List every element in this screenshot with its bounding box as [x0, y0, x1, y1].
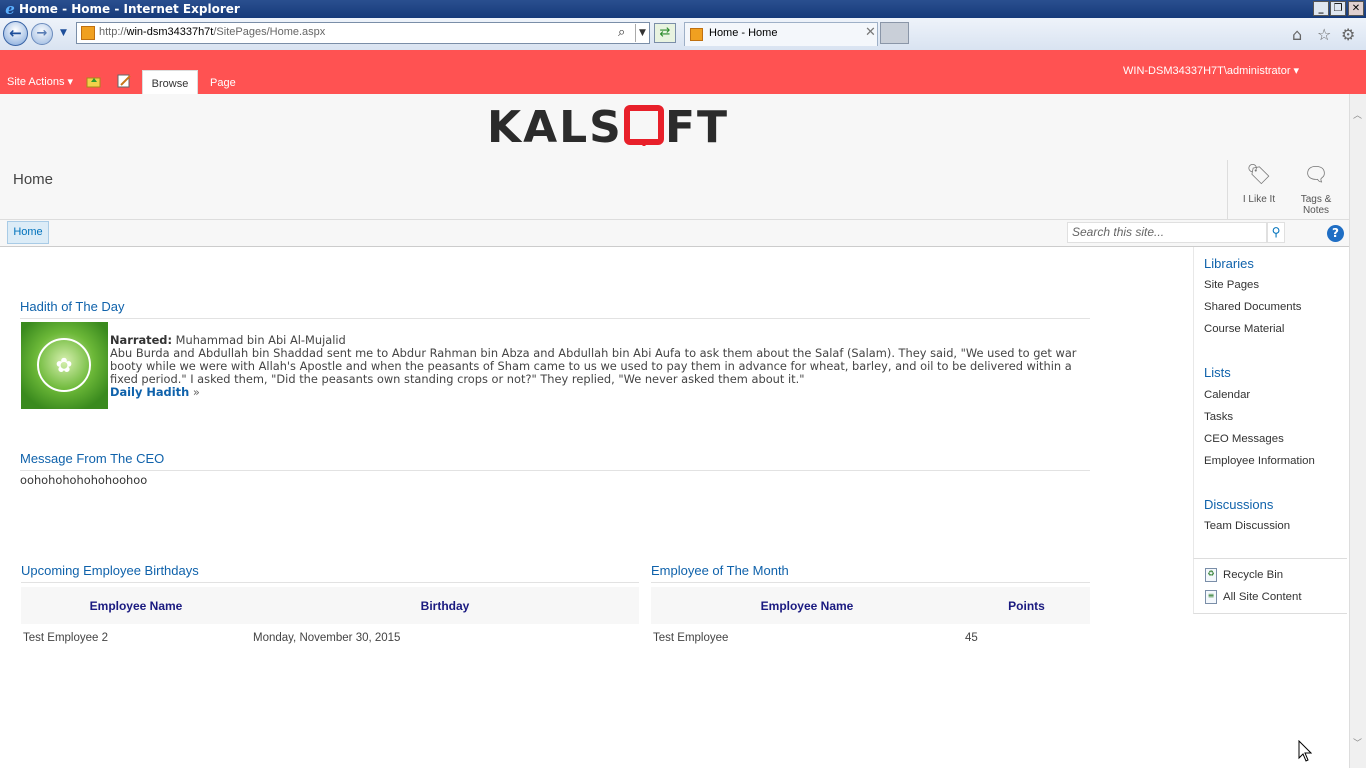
address-dropdown-icon[interactable]: ▼ [635, 24, 649, 42]
tools-gear-icon[interactable]: ⚙ [1341, 25, 1355, 44]
quicklaunch-item-calendar[interactable]: Calendar [1204, 389, 1250, 401]
tags-notes-button[interactable]: 🗨 Tags & Notes [1288, 160, 1344, 216]
quicklaunch-item-tasks[interactable]: Tasks [1204, 411, 1233, 423]
new-tab-button[interactable] [880, 22, 909, 44]
table-row: Test Employee 45 [651, 624, 1090, 652]
scroll-up-icon[interactable]: ︿ [1353, 108, 1362, 121]
forward-button[interactable]: → [31, 23, 53, 45]
hadith-body: Narrated: Muhammad bin Abi Al-Mujalid Ab… [110, 333, 1077, 399]
hadith-image: ✿ [21, 322, 108, 409]
search-input[interactable]: Search this site... [1067, 222, 1267, 243]
minimize-button[interactable]: _ [1313, 1, 1329, 16]
kalsoft-logo[interactable]: KALS FT [487, 100, 737, 146]
browser-toolbar: ← → ▼ http://win-dsm34337h7t/SitePages/H… [0, 18, 1366, 50]
site-actions-menu[interactable]: Site Actions ▾ [7, 75, 73, 88]
svg-text:FT: FT [665, 102, 729, 146]
home-icon[interactable]: ⌂ [1292, 25, 1302, 44]
tag-like-icon: 🏷 [1246, 164, 1272, 186]
top-navigation: Home Search this site... ⚲ ? [0, 220, 1349, 247]
address-search-icon[interactable]: ⌕ [618, 25, 632, 41]
column-header-points[interactable]: Points [963, 587, 1090, 624]
cell-employee-name: Test Employee [653, 632, 729, 644]
close-window-button[interactable]: ✕ [1348, 1, 1364, 16]
topnav-home-link[interactable]: Home [7, 221, 49, 244]
quicklaunch-libraries-heading[interactable]: Libraries [1204, 256, 1254, 271]
recycle-bin-icon: ♻ [1205, 568, 1217, 582]
quicklaunch-item-ceo-messages[interactable]: CEO Messages [1204, 433, 1284, 445]
tab-label: Home - Home [709, 27, 778, 39]
help-icon[interactable]: ? [1327, 225, 1344, 242]
address-url[interactable]: http://win-dsm34337h7t/SitePages/Home.as… [99, 26, 325, 38]
tags-notes-icon: 🗨 [1303, 164, 1329, 186]
hadith-webpart-title[interactable]: Hadith of The Day [20, 299, 1090, 319]
search-icon[interactable]: ⚲ [1267, 222, 1285, 243]
tab-favicon-icon [690, 28, 703, 41]
quicklaunch-lists-heading[interactable]: Lists [1204, 365, 1231, 380]
restore-button[interactable]: ❐ [1330, 1, 1346, 16]
ceo-message-text: oohohohohohohoohoo [20, 473, 148, 487]
navigate-up-icon[interactable] [86, 74, 101, 88]
mouse-cursor-icon [1298, 740, 1312, 762]
table-row: Test Employee 2 Monday, November 30, 201… [21, 624, 639, 652]
favorites-star-icon[interactable]: ☆ [1317, 25, 1331, 44]
user-menu[interactable]: WIN-DSM34337H7T\administrator ▾ [1123, 64, 1299, 77]
scroll-down-icon[interactable]: ﹀ [1353, 736, 1362, 749]
all-site-content-icon: ≡ [1205, 590, 1217, 604]
back-button[interactable]: ← [3, 21, 28, 46]
tab-page[interactable]: Page [210, 77, 236, 89]
browser-tab[interactable]: Home - Home ✕ [684, 22, 878, 46]
recycle-bin-link[interactable]: Recycle Bin [1223, 569, 1283, 581]
window-title-bar: e Home - Home - Internet Explorer _ ❐ ✕ [0, 0, 1366, 18]
window-title: Home - Home - Internet Explorer [19, 2, 240, 16]
employee-of-month-title[interactable]: Employee of The Month [651, 563, 1090, 583]
refresh-icon[interactable]: ⇄ [654, 23, 676, 43]
birthdays-title[interactable]: Upcoming Employee Birthdays [21, 563, 639, 583]
employee-of-month-table: Employee Name Points Test Employee 45 [651, 587, 1090, 652]
edit-page-icon[interactable] [117, 74, 132, 88]
all-site-content-link[interactable]: All Site Content [1223, 591, 1302, 603]
page-title: Home [13, 171, 54, 188]
cell-birthday: Monday, November 30, 2015 [253, 632, 401, 644]
calligraphy-emblem-icon: ✿ [37, 338, 91, 392]
quicklaunch-item-course-material[interactable]: Course Material [1204, 323, 1284, 335]
close-tab-icon[interactable]: ✕ [865, 25, 876, 40]
quicklaunch-discussions-heading[interactable]: Discussions [1204, 497, 1273, 512]
quicklaunch-item-employee-information[interactable]: Employee Information [1204, 455, 1315, 467]
column-header-employee-name[interactable]: Employee Name [21, 587, 251, 624]
internet-explorer-icon: e [5, 0, 15, 18]
quicklaunch-item-team-discussion[interactable]: Team Discussion [1204, 520, 1290, 532]
hadith-narrator: Muhammad bin Abi Al-Mujalid [175, 333, 346, 347]
site-header: KALS FT Home 🏷 I Like It 🗨 Tags & Notes [0, 94, 1349, 220]
address-bar[interactable]: http://win-dsm34337h7t/SitePages/Home.as… [76, 22, 650, 44]
site-favicon-icon [81, 26, 95, 40]
quicklaunch-item-site-pages[interactable]: Site Pages [1204, 279, 1259, 291]
daily-hadith-link[interactable]: Daily Hadith [110, 385, 189, 399]
svg-text:KALS: KALS [487, 102, 623, 146]
hadith-text: Abu Burda and Abdullah bin Shaddad sent … [110, 346, 1077, 386]
vertical-scrollbar[interactable]: ︿ ﹀ [1349, 94, 1366, 768]
cell-points: 45 [965, 632, 978, 644]
recent-pages-dropdown-icon[interactable]: ▼ [60, 28, 67, 38]
ceo-message-title[interactable]: Message From The CEO [20, 451, 1090, 471]
column-header-employee-name[interactable]: Employee Name [651, 587, 963, 624]
birthdays-table: Employee Name Birthday Test Employee 2 M… [21, 587, 639, 652]
tab-browse[interactable]: Browse [142, 70, 198, 94]
sharepoint-ribbon: Site Actions ▾ Browse Page WIN-DSM34337H… [0, 50, 1366, 94]
i-like-it-button[interactable]: 🏷 I Like It [1231, 160, 1287, 205]
social-buttons: 🏷 I Like It 🗨 Tags & Notes [1227, 160, 1349, 220]
quicklaunch-bottom: ♻ Recycle Bin ≡ All Site Content [1193, 558, 1347, 614]
cell-employee-name: Test Employee 2 [23, 632, 109, 644]
quicklaunch-item-shared-documents[interactable]: Shared Documents [1204, 301, 1302, 313]
column-header-birthday[interactable]: Birthday [251, 587, 639, 624]
